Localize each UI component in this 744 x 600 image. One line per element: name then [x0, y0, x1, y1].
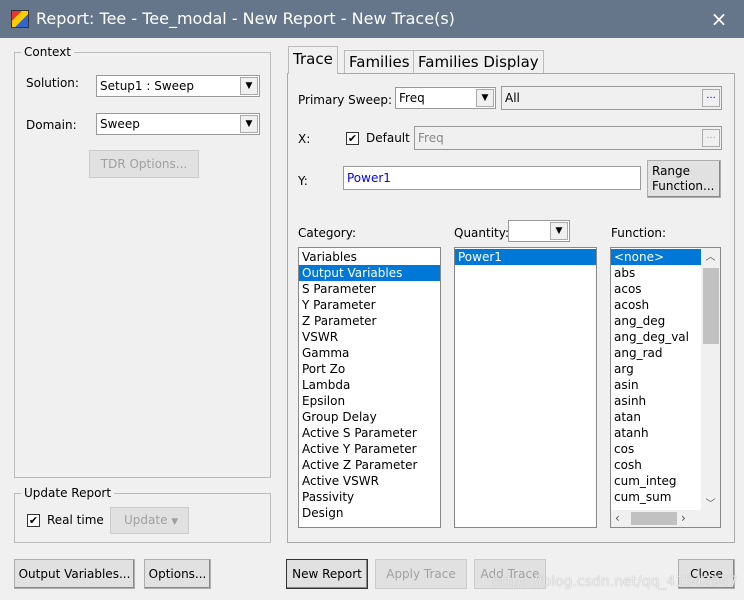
x-field[interactable]: Freq... [414, 126, 722, 150]
more-icon[interactable]: ... [702, 129, 720, 147]
y-input[interactable]: Power1 [343, 166, 641, 190]
list-item[interactable]: Gamma [299, 345, 440, 361]
list-item[interactable]: atanh [611, 425, 701, 441]
horizontal-scrollbar[interactable]: ‹ › [611, 510, 720, 527]
title-bar: Report: Tee - Tee_modal - New Report - N… [0, 0, 744, 38]
scrollbar-thumb[interactable] [703, 268, 719, 344]
range-function-button[interactable]: Range Function... [647, 160, 721, 198]
solution-value: Setup1 : Sweep [100, 79, 195, 93]
function-list[interactable]: <none> abs acos acosh ang_deg ang_deg_val ang_… [610, 247, 721, 528]
chevron-left-icon[interactable]: ‹ [615, 511, 620, 525]
list-item[interactable]: ang_deg_val [611, 329, 701, 345]
list-item[interactable]: Y Parameter [299, 297, 440, 313]
list-item[interactable]: ang_deg [611, 313, 701, 329]
chevron-down-icon: ▼ [171, 517, 179, 527]
list-item[interactable]: Active Y Parameter [299, 441, 440, 457]
new-report-button[interactable]: New Report [286, 559, 368, 589]
list-item[interactable]: Epsilon [299, 393, 440, 409]
hscroll-thumb[interactable] [631, 512, 677, 525]
sweep-range-value: All [505, 91, 520, 105]
chevron-right-icon[interactable]: › [681, 511, 686, 525]
list-item[interactable]: Variables [299, 249, 440, 265]
apply-trace-button[interactable]: Apply Trace [375, 559, 467, 589]
list-item[interactable]: Active Z Parameter [299, 457, 440, 473]
primary-sweep-value: Freq [399, 91, 425, 105]
tab-families-display[interactable]: Families Display [413, 50, 544, 73]
list-item[interactable]: Passivity [299, 489, 440, 505]
primary-sweep-select[interactable]: Freq ▼ [395, 87, 496, 109]
list-item[interactable]: acosh [611, 297, 701, 313]
category-list[interactable]: Variables Output Variables S Parameter Y Pa… [298, 247, 441, 528]
close-icon[interactable]: × [704, 0, 734, 38]
list-item[interactable]: asinh [611, 393, 701, 409]
range-label: Range [652, 164, 691, 178]
solution-select[interactable]: Setup1 : Sweep ▼ [96, 75, 260, 97]
list-item[interactable]: Active VSWR [299, 473, 440, 489]
chevron-down-icon: ▼ [550, 222, 568, 240]
list-item[interactable]: VSWR [299, 329, 440, 345]
list-item[interactable]: cosh [611, 457, 701, 473]
list-item[interactable]: Port Zo [299, 361, 440, 377]
list-item[interactable]: ang_rad [611, 345, 701, 361]
options-button[interactable]: Options... [144, 559, 211, 589]
app-icon [11, 10, 29, 28]
list-item[interactable]: Power1 [455, 249, 596, 265]
list-item[interactable]: acos [611, 281, 701, 297]
chevron-down-icon[interactable]: ﹀ [701, 495, 720, 510]
tab-trace[interactable]: Trace [288, 46, 338, 74]
y-label: Y: [298, 174, 308, 188]
list-item[interactable]: asin [611, 377, 701, 393]
sweep-range-field[interactable]: All... [501, 86, 722, 110]
vertical-scrollbar[interactable]: ︿ ﹀ [701, 248, 720, 510]
list-item[interactable]: cos [611, 441, 701, 457]
output-variables-button[interactable]: Output Variables... [14, 559, 135, 589]
list-item[interactable]: Output Variables [299, 265, 440, 281]
domain-select[interactable]: Sweep ▼ [96, 113, 260, 135]
primary-sweep-label: Primary Sweep: [298, 93, 393, 107]
list-item[interactable]: Lambda [299, 377, 440, 393]
realtime-checkbox[interactable]: ✔ [27, 514, 40, 527]
list-item[interactable]: Z Parameter [299, 313, 440, 329]
chevron-down-icon: ▼ [240, 115, 258, 133]
quantity-label: Quantity: [454, 226, 510, 240]
list-item[interactable]: arg [611, 361, 701, 377]
function-label: Function... [652, 179, 715, 193]
quantity-list[interactable]: Power1 [454, 247, 597, 528]
more-icon[interactable]: ... [702, 89, 720, 107]
solution-label: Solution: [26, 76, 79, 90]
chevron-down-icon: ▼ [240, 77, 258, 95]
default-label: Default [366, 131, 410, 145]
window-title: Report: Tee - Tee_modal - New Report - N… [36, 9, 455, 28]
domain-label: Domain: [26, 118, 77, 132]
watermark: https://blog.csdn.net/qq_41542947 [492, 574, 738, 590]
list-item[interactable]: cum_integ [611, 473, 701, 489]
context-label: Context [21, 45, 75, 59]
x-label: X: [298, 132, 311, 146]
category-label: Category: [298, 226, 356, 240]
list-item[interactable]: S Parameter [299, 281, 440, 297]
domain-value: Sweep [100, 117, 140, 131]
quantity-filter-select[interactable]: ▼ [508, 220, 570, 242]
update-button[interactable]: Update ▼ [110, 507, 189, 534]
update-report-label: Update Report [21, 486, 115, 500]
list-item[interactable]: Group Delay [299, 409, 440, 425]
function-label: Function: [611, 226, 667, 240]
tab-families[interactable]: Families [344, 50, 415, 73]
chevron-down-icon: ▼ [476, 89, 494, 107]
default-checkbox[interactable]: ✔ [346, 132, 359, 145]
x-value: Freq [418, 131, 444, 145]
list-item[interactable]: Active S Parameter [299, 425, 440, 441]
chevron-up-icon[interactable]: ︿ [701, 248, 720, 263]
list-item[interactable]: <none> [611, 249, 701, 265]
list-item[interactable]: abs [611, 265, 701, 281]
tdr-options-button[interactable]: TDR Options... [89, 150, 199, 178]
realtime-label: Real time [47, 513, 104, 527]
list-item[interactable]: Design [299, 505, 440, 521]
update-label: Update [124, 513, 168, 527]
list-item[interactable]: atan [611, 409, 701, 425]
list-item[interactable]: cum_sum [611, 489, 701, 505]
